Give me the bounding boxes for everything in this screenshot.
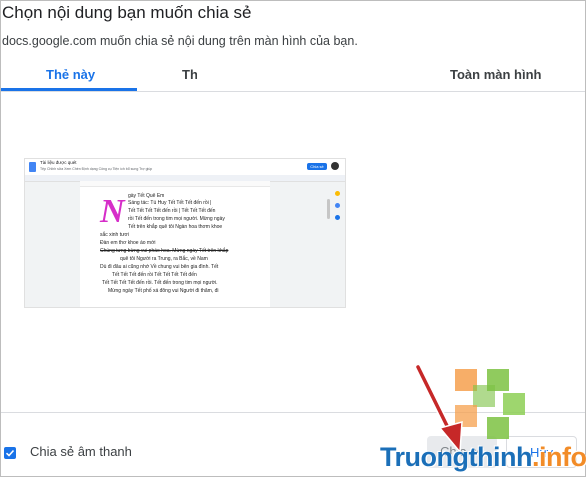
decorative-letter-n: N [100, 193, 125, 230]
preview-line: Chúng tưng bừng vui pháo hoa. Mừng ngày … [100, 248, 229, 254]
preview-share-button: Chia sẻ [307, 163, 327, 170]
dialog-title: Chọn nội dung bạn muốn chia sẻ [2, 3, 252, 22]
preview-line: Mừng ngày Tết phố xá đông vui Người đi t… [108, 288, 219, 294]
preview-line: Tết trên khắp quê tôi Ngàn hoa thơm khoe [128, 224, 223, 230]
preview-line: Sáng tác: Tú Huy Tết Tết Tết đến rồi | [128, 200, 212, 206]
preview-line: Đàn em thơ khoe áo mới [100, 240, 156, 246]
keep-icon [335, 191, 340, 196]
preview-doc-title: Tài liệu được quét [40, 160, 77, 165]
tasks-icon [335, 203, 340, 208]
preview-side-panel [333, 189, 343, 249]
calendar-icon [335, 215, 340, 220]
preview-line: gày Tết Quê Em [128, 193, 165, 199]
preview-line: Tết Tết Tết đến rồi Tết Tết Tết Tết đến [112, 272, 197, 278]
preview-scrollbar [327, 199, 330, 219]
avatar [331, 162, 339, 170]
preview-line: Tết Tết Tết Tết đến rồi | Tết Tết Tết đế… [128, 208, 216, 214]
tab-entire-screen[interactable]: Toàn màn hình [450, 67, 541, 82]
share-audio-label[interactable]: Chia sẻ âm thanh [30, 444, 132, 459]
preview-line: quê tôi Người ra Trung, ra Bắc, về Nam [120, 256, 208, 262]
preview-line: Tết Tết Tết Tết đến rồi. Tết đến trong t… [102, 280, 218, 286]
preview-line: sắc xinh tươi [100, 232, 129, 238]
checkmark-icon [5, 449, 15, 457]
dialog-subtitle: docs.google.com muốn chia sẻ nội dung tr… [2, 34, 358, 48]
tab-this-tab[interactable]: Thẻ này [46, 67, 95, 82]
content-divider [1, 412, 585, 413]
preview-document-page: N gày Tết Quê Em Sáng tác: Tú Huy Tết Tế… [80, 187, 270, 307]
tab-window[interactable]: Th [182, 67, 198, 82]
watermark-text: Truongthinh.info [380, 442, 586, 472]
preview-line: Dù đi đâu ai cũng nhớ Về chung vui bên g… [100, 264, 219, 270]
docs-icon [29, 162, 36, 172]
screen-share-dialog: Chọn nội dung bạn muốn chia sẻ docs.goog… [0, 0, 586, 477]
preview-menu-bar: Tệp Chỉnh sửa Xem Chèn Định dạng Công cụ… [40, 167, 153, 171]
preview-line: rồi Tết đến trong tim mọi người. Mừng ng… [128, 216, 225, 222]
tab-list-panel: Tài liệu được quét Tệp Chỉnh sửa Xem Chè… [1, 92, 585, 412]
share-audio-checkbox[interactable] [4, 447, 16, 459]
tab-preview-thumbnail[interactable]: Tài liệu được quét Tệp Chỉnh sửa Xem Chè… [24, 158, 346, 308]
tab-overlap-area [197, 61, 417, 91]
